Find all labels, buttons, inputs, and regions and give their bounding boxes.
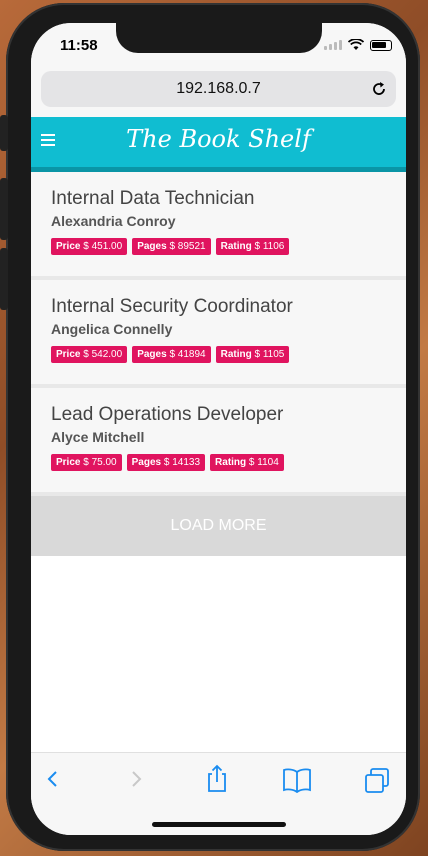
screen: 11:58 192.168.0.7 The Book Shelf Interna… [31,23,406,835]
book-tags: Price $ 451.00 Pages $ 89521 Rating $ 11… [51,238,290,255]
book-title: Internal Data Technician [51,188,255,209]
pages-badge: Pages $ 89521 [132,238,211,255]
phone-frame: 11:58 192.168.0.7 The Book Shelf Interna… [0,3,420,851]
notch [116,23,322,53]
load-more-button[interactable]: LOAD MORE [31,496,406,556]
share-icon[interactable] [205,763,229,793]
wifi-icon [348,39,364,50]
forward-icon[interactable] [126,767,146,791]
home-indicator [152,822,286,827]
volume-down-button [0,248,8,310]
browser-address-area: 192.168.0.7 [31,67,406,117]
reload-icon[interactable] [370,80,388,98]
pages-badge: Pages $ 41894 [132,346,211,363]
volume-up-button [0,178,8,240]
book-author: Angelica Connelly [51,321,173,337]
tabs-icon[interactable] [363,767,391,795]
silent-switch [0,115,8,151]
book-title: Internal Security Coordinator [51,296,293,317]
book-title: Lead Operations Developer [51,404,284,425]
rating-badge: Rating $ 1104 [210,454,284,471]
price-badge: Price $ 542.00 [51,346,128,363]
book-author: Alexandria Conroy [51,213,176,229]
book-card[interactable]: Lead Operations Developer Alyce Mitchell… [31,388,406,496]
book-author: Alyce Mitchell [51,429,145,445]
pages-badge: Pages $ 14133 [126,454,206,471]
book-card[interactable]: Internal Data Technician Alexandria Conr… [31,172,406,280]
cellular-signal-icon [324,40,342,50]
rating-badge: Rating $ 1105 [215,346,290,363]
rating-badge: Rating $ 1106 [215,238,290,255]
app-title: The Book Shelf [126,125,311,153]
book-tags: Price $ 542.00 Pages $ 41894 Rating $ 11… [51,346,290,363]
book-list: Internal Data Technician Alexandria Conr… [31,172,406,556]
app-header: The Book Shelf [31,117,406,172]
status-icons [324,39,392,51]
back-icon[interactable] [43,767,63,791]
address-bar[interactable]: 192.168.0.7 [41,71,396,107]
url-text: 192.168.0.7 [176,80,261,97]
status-time: 11:58 [60,37,98,54]
book-tags: Price $ 75.00 Pages $ 14133 Rating $ 110… [51,454,284,471]
price-badge: Price $ 75.00 [51,454,122,471]
book-card[interactable]: Internal Security Coordinator Angelica C… [31,280,406,388]
bookmarks-icon[interactable] [282,767,312,793]
status-bar: 11:58 [31,23,406,67]
price-badge: Price $ 451.00 [51,238,128,255]
battery-icon [370,39,392,51]
